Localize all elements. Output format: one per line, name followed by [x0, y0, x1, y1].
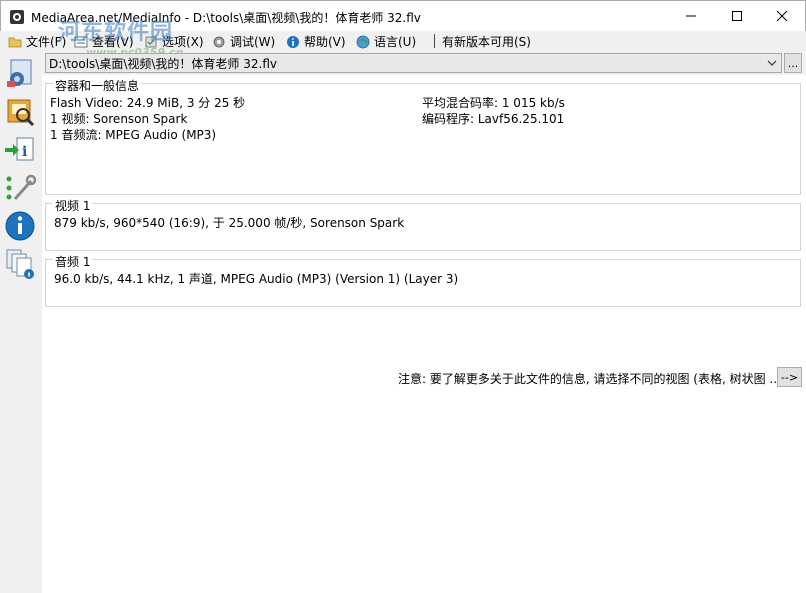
debug-gear-icon: [213, 36, 225, 47]
video-info-panel: 视频 1 879 kb/s, 960*540 (16:9), 于 25.000 …: [45, 197, 801, 251]
file-select-combobox[interactable]: D:\tools\桌面\视频\我的！体育老师 32.flv: [45, 53, 782, 73]
audio-info-line: 96.0 kb/s, 44.1 kHz, 1 声道, MPEG Audio (M…: [54, 272, 459, 286]
audio-info-panel: 音频 1 96.0 kb/s, 44.1 kHz, 1 声道, MPEG Aud…: [45, 253, 801, 307]
about-info-icon: [5, 211, 35, 241]
maximize-icon: [731, 11, 742, 21]
svg-text:i: i: [22, 144, 27, 160]
chevron-down-icon: [767, 60, 777, 66]
switch-view-button[interactable]: -->: [777, 367, 802, 387]
minimize-button[interactable]: [668, 1, 713, 31]
video-info-line: 879 kb/s, 960*540 (16:9), 于 25.000 帧/秒, …: [54, 216, 405, 230]
menu-help[interactable]: 帮助(V): [286, 33, 346, 50]
sidebar-multiple-files-button[interactable]: [3, 247, 37, 281]
maximize-button[interactable]: [714, 1, 759, 31]
sidebar-export-button[interactable]: i: [3, 133, 37, 167]
open-file-icon: [7, 59, 32, 87]
watermark-text: 河东软件园: [58, 19, 174, 45]
close-button[interactable]: [759, 1, 804, 31]
sidebar-about-button[interactable]: [3, 209, 37, 243]
audio-info-title: 音频 1: [53, 253, 93, 270]
sidebar-open-folder-button[interactable]: [3, 95, 37, 129]
mediainfo-app-icon: [10, 10, 24, 24]
general-line-3: 1 音频流: MPEG Audio (MP3): [50, 128, 217, 142]
close-icon: [776, 10, 787, 22]
browse-button[interactable]: ...: [784, 53, 802, 73]
sidebar-toolbar: i: [0, 51, 42, 593]
menu-separator: [434, 34, 435, 48]
general-info-title: 容器和一般信息: [53, 77, 142, 94]
sidebar-open-file-button[interactable]: [3, 57, 37, 91]
menu-debug[interactable]: 调试(W): [212, 33, 275, 50]
help-info-icon: [287, 35, 299, 48]
open-folder-search-icon: [7, 99, 35, 127]
export-info-icon: i: [5, 137, 34, 161]
preferences-wrench-icon: [6, 174, 37, 200]
general-encoder: 编码程序: Lavf56.25.101: [422, 112, 565, 126]
files-info-icon: [6, 249, 34, 279]
globe-icon: [356, 35, 370, 48]
menu-debug-label: 调试(W): [230, 35, 276, 49]
folder-icon: [8, 37, 22, 47]
general-bitrate: 平均混合码率: 1 015 kb/s: [422, 96, 565, 110]
menu-update-available[interactable]: 有新版本可用(S): [442, 33, 531, 50]
menu-language[interactable]: 语言(U): [356, 33, 416, 50]
view-hint-notice: 注意: 要了解更多关于此文件的信息, 请选择不同的视图 (表格, 树状图 ...…: [398, 372, 786, 386]
menu-update-label: 有新版本可用(S): [442, 35, 531, 49]
minimize-icon: [685, 15, 696, 17]
general-info-panel: 容器和一般信息 Flash Video: 24.9 MiB, 3 分 25 秒 …: [45, 77, 801, 195]
file-select-value: D:\tools\桌面\视频\我的！体育老师 32.flv: [49, 56, 277, 71]
main-content: 容器和一般信息 Flash Video: 24.9 MiB, 3 分 25 秒 …: [42, 75, 806, 593]
menu-language-label: 语言(U): [374, 35, 417, 49]
video-info-title: 视频 1: [53, 197, 93, 214]
general-line-1: Flash Video: 24.9 MiB, 3 分 25 秒: [50, 96, 246, 110]
sidebar-preferences-button[interactable]: [3, 171, 37, 205]
menu-help-label: 帮助(V): [304, 35, 346, 49]
general-line-2: 1 视频: Sorenson Spark: [50, 112, 188, 126]
